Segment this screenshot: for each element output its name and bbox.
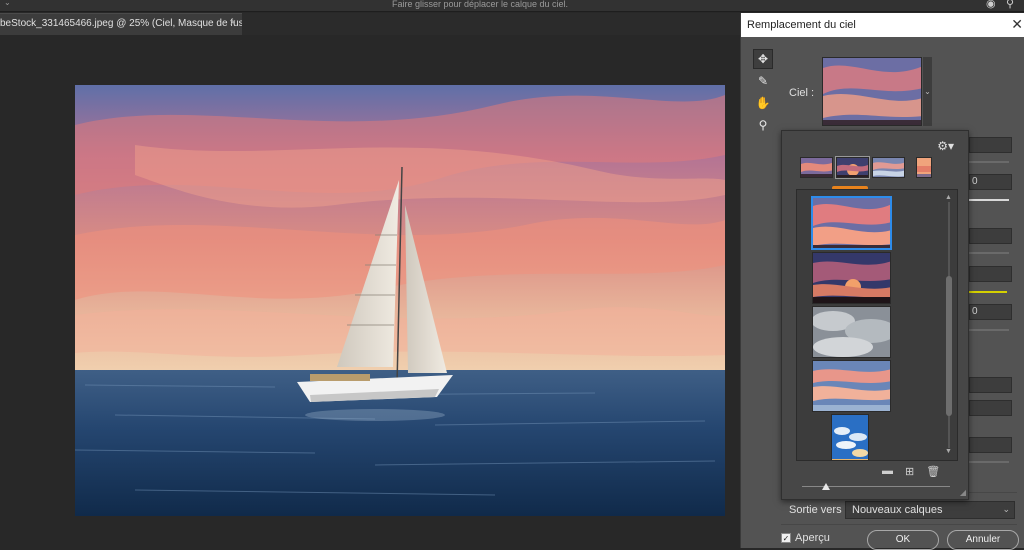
dialog-title: Remplacement du ciel: [747, 19, 856, 31]
scroll-up-icon[interactable]: ▲: [945, 194, 952, 201]
add-sky-icon[interactable]: ⊞: [905, 465, 914, 478]
background-slider-2[interactable]: [969, 199, 1009, 201]
background-slider-5[interactable]: [969, 329, 1009, 331]
background-field-6[interactable]: [969, 400, 1012, 416]
folder-icon[interactable]: ▬: [882, 465, 893, 478]
preview-label: Aperçu: [795, 532, 830, 544]
scroll-thumb[interactable]: [946, 276, 952, 416]
background-color-slider[interactable]: [969, 291, 1007, 293]
background-slider-3[interactable]: [969, 252, 1009, 254]
background-slider-7[interactable]: [969, 461, 1009, 463]
output-value: Nouveaux calques: [852, 504, 943, 516]
background-field-4[interactable]: [969, 266, 1012, 282]
options-hint: Faire glisser pour déplacer le calque du…: [391, 0, 569, 9]
ok-button[interactable]: OK: [867, 530, 939, 550]
sky-brush-tool-icon[interactable]: ✎: [753, 71, 773, 91]
close-icon[interactable]: ✕: [1011, 16, 1023, 33]
search-icon[interactable]: ⚲: [1006, 0, 1014, 10]
preview-checkbox[interactable]: ✓: [781, 533, 791, 543]
resize-grip-icon[interactable]: ◢: [960, 488, 966, 497]
output-label: Sortie vers :: [789, 504, 848, 516]
canvas-area[interactable]: [0, 35, 740, 548]
sky-thumbnail[interactable]: [812, 252, 891, 304]
background-field-7[interactable]: [969, 437, 1012, 453]
globe-icon[interactable]: ◉: [986, 0, 996, 10]
sky-thumbnail[interactable]: [812, 360, 891, 412]
trash-icon[interactable]: 🗑: [926, 465, 940, 478]
hand-tool-icon[interactable]: ✋: [753, 93, 773, 113]
gear-icon[interactable]: ⚙▾: [937, 139, 954, 153]
background-slider-1[interactable]: [969, 161, 1009, 163]
background-field-3[interactable]: [969, 228, 1012, 244]
sky-group-thumb[interactable]: [872, 157, 905, 178]
sky-group-thumb[interactable]: [835, 156, 870, 179]
sky-label: Ciel :: [789, 87, 815, 99]
thumbnail-scrollbar[interactable]: ▲ ▼: [945, 194, 953, 456]
background-field-2[interactable]: 0: [969, 174, 1012, 190]
sky-thumbnail[interactable]: [831, 414, 869, 460]
chevron-down-icon: ⌄: [1002, 504, 1010, 514]
scroll-down-icon[interactable]: ▼: [945, 448, 952, 455]
close-tab-icon[interactable]: ×: [230, 17, 236, 29]
output-select[interactable]: Nouveaux calques ⌄: [845, 501, 1015, 519]
dialog-toolbar: ✥ ✎ ✋ ⚲: [753, 49, 773, 137]
background-select[interactable]: [969, 377, 1012, 393]
move-sky-tool-icon[interactable]: ✥: [753, 49, 773, 69]
sky-picker-popup: ⚙▾ ▲ ▼ ▬ ⊞ 🗑 ◢: [781, 130, 969, 500]
selected-sky-preview[interactable]: [822, 57, 922, 126]
sky-group-thumb[interactable]: [916, 157, 932, 178]
sky-thumbnail-list[interactable]: ▲ ▼: [796, 189, 958, 461]
background-field-5[interactable]: 0: [969, 304, 1012, 320]
sky-picker-actions: ▬ ⊞ 🗑: [882, 465, 940, 478]
background-value: 0: [972, 176, 978, 187]
background-value: 0: [972, 306, 978, 317]
thumbnail-size-slider[interactable]: [802, 483, 950, 491]
document-image[interactable]: [75, 85, 725, 516]
background-field-1[interactable]: [969, 137, 1012, 153]
divider: [781, 524, 1017, 525]
zoom-tool-icon[interactable]: ⚲: [753, 115, 773, 135]
cancel-button[interactable]: Annuler: [947, 530, 1019, 550]
slider-knob[interactable]: [822, 483, 830, 490]
sky-dropdown-chevron-icon[interactable]: ⌄: [923, 57, 932, 126]
document-tab[interactable]: beStock_331465466.jpeg @ 25% (Ciel, Masq…: [0, 13, 242, 35]
options-bar: ⌄ Faire glisser pour déplacer le calque …: [0, 0, 1024, 12]
sky-thumbnail[interactable]: [812, 306, 891, 358]
sky-thumbnail[interactable]: [811, 196, 892, 250]
sky-groups: [800, 156, 932, 179]
document-tabbar: beStock_331465466.jpeg @ 25% (Ciel, Masq…: [0, 13, 740, 35]
preview-toggle[interactable]: ✓ Aperçu: [781, 532, 830, 544]
document-tab-title: beStock_331465466.jpeg @ 25% (Ciel, Masq…: [0, 18, 242, 29]
dialog-titlebar: Remplacement du ciel ✕: [741, 13, 1024, 37]
sky-group-thumb[interactable]: [800, 157, 833, 178]
